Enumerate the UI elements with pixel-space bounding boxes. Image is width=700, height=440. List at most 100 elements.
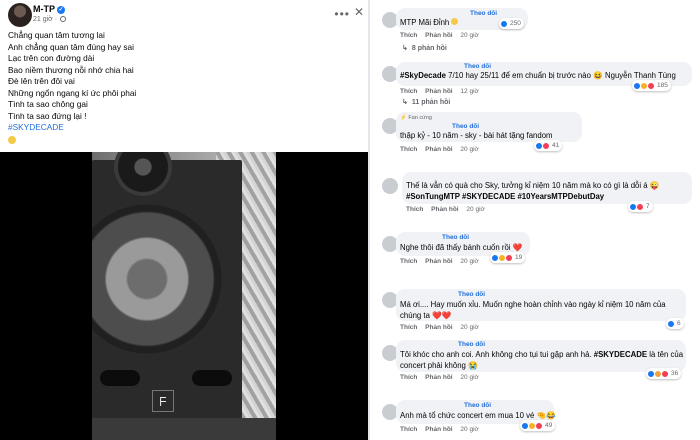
love-reaction-icon	[505, 253, 513, 262]
post-time[interactable]: 21 giờ ·	[33, 16, 67, 23]
comment-time[interactable]: 20 giờ	[460, 258, 478, 265]
love-reaction-icon	[535, 421, 543, 430]
reaction-count-value: 6	[677, 320, 681, 327]
caption-line: Chẳng quan tâm tương lai	[8, 30, 105, 40]
post-hashtag[interactable]: #SKYDECADE	[8, 122, 358, 134]
comment-hashtag[interactable]: #SkyDecade	[400, 71, 446, 80]
view-replies-text[interactable]: 8 phản hồi	[412, 45, 447, 52]
comment-actions: Thích Phản hồi 20 giờ	[400, 32, 485, 39]
comment-actions: Thích Phản hồi 20 giờ	[400, 258, 485, 265]
follow-link[interactable]: Theo dõi	[458, 341, 485, 348]
reaction-count[interactable]: 36	[646, 368, 682, 379]
video-frame: ᖴ	[92, 152, 276, 440]
smile-emoji-icon	[8, 136, 16, 144]
follow-link[interactable]: Theo dõi	[458, 291, 485, 298]
commenter-avatar[interactable]	[382, 178, 398, 194]
comment-actions: Thích Phản hồi 20 giờ	[400, 374, 485, 381]
comment-time[interactable]: 12 giờ	[460, 88, 478, 95]
verified-badge-icon: ✓	[57, 6, 65, 14]
reply-arrow-icon: ↳	[402, 99, 408, 106]
comment-actions: Thích Phản hồi 20 giờ	[400, 146, 485, 153]
view-replies[interactable]: ↳ 11 phản hồi	[402, 98, 450, 106]
speaker-image: ᖴ	[92, 152, 242, 440]
comment-time[interactable]: 20 giờ	[460, 32, 478, 39]
reaction-count[interactable]: 250	[499, 18, 524, 29]
reaction-count-value: 19	[515, 254, 523, 261]
reply-action[interactable]: Phản hồi	[425, 32, 452, 39]
post: M-TP ✓ 21 giờ · ••• ✕ Chẳng quan tâm tươn…	[0, 0, 368, 440]
comment-time[interactable]: 20 giờ	[460, 146, 478, 153]
caption-line: Lạc trên con đường dài	[8, 53, 95, 63]
follow-link[interactable]: Theo dõi	[452, 123, 479, 130]
comment-text: thập kỷ - 10 năm - sky - bài hát tặng fa…	[400, 131, 553, 140]
comment-time[interactable]: 20 giờ	[460, 324, 478, 331]
globe-icon	[60, 16, 67, 22]
view-replies[interactable]: ↳ 8 phản hồi	[402, 44, 447, 52]
comments-panel[interactable]: Theo dõi MTP Mãi Đỉnh 250 Thích Phản hồi…	[368, 0, 700, 440]
comment-time[interactable]: 20 giờ	[460, 374, 478, 381]
fan-badge-text: Fan cứng	[408, 115, 432, 121]
speaker-stand	[92, 418, 276, 440]
follow-link[interactable]: Theo dõi	[464, 63, 491, 70]
comment-time[interactable]: 20 giờ	[466, 206, 484, 213]
like-action[interactable]: Thích	[400, 374, 417, 381]
speaker-logo: ᖴ	[152, 390, 174, 412]
comment-hashtags[interactable]: #SonTungMTP #SKYDECADE #10YearsMTPDebutD…	[406, 192, 604, 201]
reaction-count[interactable]: 7	[628, 201, 653, 212]
reaction-count-value: 7	[646, 203, 650, 210]
view-replies-text[interactable]: 11 phản hồi	[412, 99, 451, 106]
reaction-count[interactable]: 49	[520, 420, 556, 431]
like-action[interactable]: Thích	[400, 258, 417, 265]
speaker-port	[192, 370, 232, 386]
reaction-count[interactable]: 19	[490, 252, 526, 263]
reply-arrow-icon: ↳	[402, 45, 408, 52]
reaction-count-value: 49	[545, 422, 553, 429]
reaction-count-value: 41	[552, 142, 560, 149]
comment-actions: Thích Phản hồi 20 giờ	[400, 324, 485, 331]
reply-action[interactable]: Phản hồi	[431, 206, 458, 213]
reaction-count[interactable]: 6	[666, 318, 684, 329]
comment-hashtag[interactable]: #SKYDECADE	[594, 350, 647, 359]
author-name-text[interactable]: M-TP	[33, 4, 55, 14]
like-action[interactable]: Thích	[400, 32, 417, 39]
post-time-text[interactable]: 21 giờ	[33, 16, 53, 23]
comment-text: Thế là vẫn có quà cho Sky, tưởng kỉ niệm…	[406, 180, 690, 202]
follow-link[interactable]: Theo dõi	[464, 402, 491, 409]
reply-action[interactable]: Phản hồi	[425, 374, 452, 381]
comment-time[interactable]: 20 giờ	[460, 426, 478, 433]
follow-link[interactable]: Theo dõi	[442, 234, 469, 241]
reaction-count-value: 250	[510, 20, 521, 27]
like-reaction-icon	[500, 19, 508, 28]
comment-text: Tôi khóc cho anh coi. Anh không cho tụi …	[400, 349, 684, 371]
reaction-count[interactable]: 41	[534, 140, 563, 151]
caption-line: Đè lên trên đôi vai	[8, 76, 75, 86]
post-header: M-TP ✓ 21 giờ · ••• ✕	[8, 3, 364, 27]
like-action[interactable]: Thích	[400, 324, 417, 331]
follow-link[interactable]: Theo dõi	[470, 10, 497, 17]
like-action[interactable]: Thích	[400, 146, 417, 153]
caption-line: Những ngổn ngang kí ức phôi phai	[8, 87, 137, 98]
reply-action[interactable]: Phản hồi	[425, 426, 452, 433]
close-icon[interactable]: ✕	[354, 5, 364, 19]
like-action[interactable]: Thích	[406, 206, 423, 213]
post-caption: Chẳng quan tâm tương lai Anh chẳng quan …	[8, 30, 358, 134]
comment-text-value: Thế là vẫn có quà cho Sky, tưởng kỉ niệm…	[406, 181, 660, 190]
reply-action[interactable]: Phản hồi	[425, 146, 452, 153]
reply-action[interactable]: Phản hồi	[425, 88, 452, 95]
reaction-count[interactable]: 185	[632, 80, 671, 91]
speaker-woofer	[92, 204, 222, 354]
reply-action[interactable]: Phản hồi	[425, 258, 452, 265]
reaction-count-value: 185	[657, 82, 668, 89]
comment-actions: Thích Phản hồi 20 giờ	[400, 426, 485, 433]
caption-line: Tình ta sao đứng lại !	[8, 110, 87, 121]
fan-badge: ⚡ Fan cứng	[400, 115, 432, 121]
love-reaction-icon	[636, 202, 644, 211]
like-action[interactable]: Thích	[400, 426, 417, 433]
reply-action[interactable]: Phản hồi	[425, 324, 452, 331]
more-options-icon[interactable]: •••	[334, 7, 350, 21]
post-video[interactable]: ᖴ	[0, 152, 368, 440]
author-name[interactable]: M-TP ✓	[33, 4, 65, 14]
comment-text-value: MTP Mãi Đỉnh	[400, 18, 452, 27]
like-action[interactable]: Thích	[400, 88, 417, 95]
author-avatar[interactable]	[8, 3, 32, 27]
